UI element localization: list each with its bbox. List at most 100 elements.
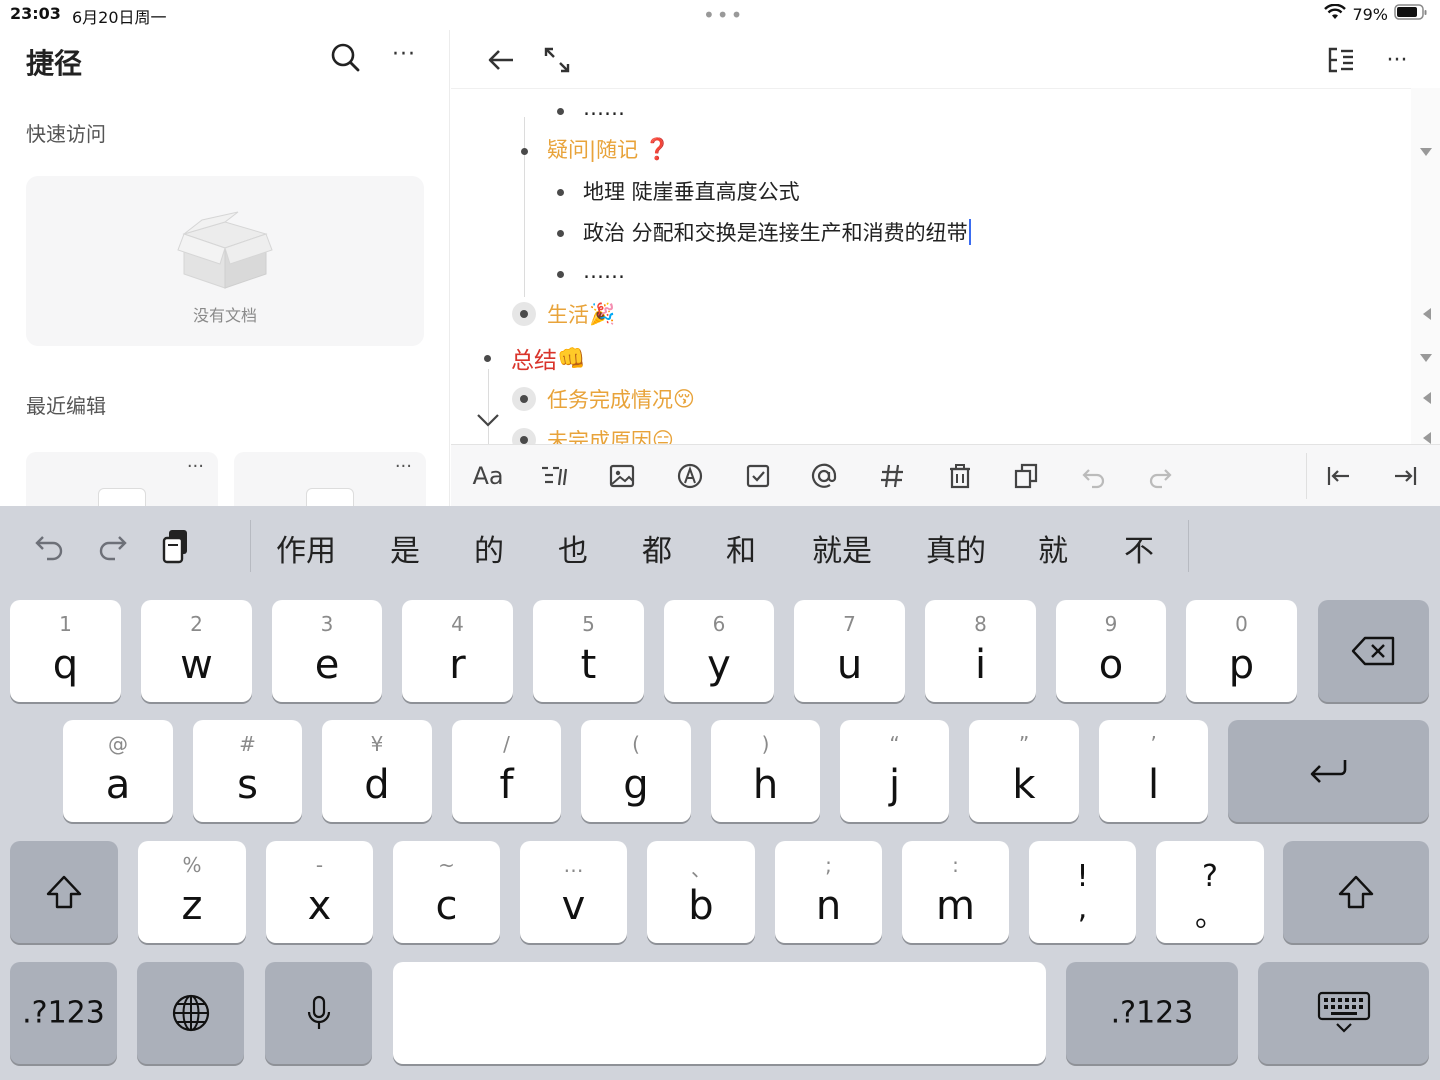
unfold-arrow-icon[interactable]	[1423, 308, 1431, 320]
globe-key[interactable]	[137, 962, 244, 1064]
shift-key[interactable]	[10, 841, 118, 943]
key-m[interactable]: :m	[902, 841, 1009, 943]
key-exclamation[interactable]: !,	[1029, 841, 1136, 943]
candidate-word[interactable]: 和	[726, 526, 756, 570]
key-k[interactable]: ” k	[969, 720, 1079, 822]
key-y[interactable]: 6y	[664, 600, 774, 702]
list-item[interactable]: 总结 👊	[511, 341, 586, 375]
back-arrow-icon[interactable]	[483, 42, 519, 78]
key-s[interactable]: # s	[193, 720, 302, 822]
candidate-word[interactable]: 都	[642, 526, 672, 570]
list-item[interactable]: 地理 陡崖垂直高度公式	[583, 176, 800, 206]
multitask-handle[interactable]: •••	[703, 5, 744, 25]
image-icon[interactable]	[605, 459, 639, 493]
key-hint: 9	[1104, 612, 1118, 636]
key-r[interactable]: 4r	[402, 600, 513, 702]
backspace-icon	[1318, 635, 1429, 667]
sidebar-title: 捷径	[26, 47, 83, 80]
list-item[interactable]: ……	[583, 96, 625, 120]
shift-icon	[10, 874, 118, 910]
shift-key[interactable]	[1283, 841, 1429, 943]
key-p[interactable]: 0p	[1186, 600, 1297, 702]
search-icon[interactable]	[328, 40, 362, 74]
key-label: r	[449, 642, 466, 688]
recent-doc-card[interactable]: ···	[26, 452, 218, 506]
key-t[interactable]: 5t	[533, 600, 644, 702]
numbers-key[interactable]: .?123	[1066, 962, 1238, 1064]
collapse-chevron-icon[interactable]	[475, 407, 501, 433]
outline-icon[interactable]	[1323, 42, 1359, 78]
key-hint: ~	[438, 853, 455, 877]
key-u[interactable]: 7u	[794, 600, 905, 702]
key-b[interactable]: 、 b	[647, 841, 755, 943]
key-e[interactable]: 3e	[272, 600, 382, 702]
more-icon[interactable]: ···	[1379, 42, 1415, 78]
collapsed-bullet[interactable]	[512, 428, 536, 444]
candidate-word[interactable]: 就是	[812, 526, 872, 570]
format-toolbar: Aa	[451, 444, 1440, 506]
key-l[interactable]: ’ l	[1099, 720, 1208, 822]
list-item[interactable]: 任务完成情况 😚	[547, 384, 695, 414]
document-body[interactable]: …… 疑问|随记 ❓ 地理 陡崖垂直高度公式 政治 分配和交换是连接生产和消费的纽…	[451, 88, 1411, 444]
collapsed-bullet[interactable]	[512, 302, 536, 326]
recent-doc-card[interactable]: ···	[234, 452, 426, 506]
more-icon[interactable]: ···	[187, 456, 204, 477]
list-item[interactable]: ……	[583, 259, 625, 283]
pen-icon[interactable]	[673, 459, 707, 493]
list-style-icon[interactable]	[537, 459, 571, 493]
key-question[interactable]: ?。	[1156, 841, 1264, 943]
collapsed-bullet[interactable]	[512, 387, 536, 411]
key-q[interactable]: 1q	[10, 600, 121, 702]
hashtag-icon[interactable]	[875, 459, 909, 493]
dictation-key[interactable]	[265, 962, 372, 1064]
candidate-word[interactable]: 的	[474, 526, 504, 570]
key-o[interactable]: 9o	[1056, 600, 1166, 702]
list-item[interactable]: 生活 🎉	[547, 299, 615, 329]
candidate-word[interactable]: 不	[1124, 526, 1154, 570]
space-key[interactable]	[393, 962, 1046, 1064]
key-c[interactable]: ~ c	[393, 841, 500, 943]
key-x[interactable]: -x	[266, 841, 373, 943]
key-g[interactable]: (g	[581, 720, 691, 822]
paste-icon[interactable]	[156, 524, 196, 568]
text-style-button[interactable]: Aa	[471, 459, 505, 493]
backspace-key[interactable]	[1318, 600, 1429, 702]
indent-icon[interactable]	[1389, 459, 1423, 493]
globe-icon	[137, 993, 244, 1033]
key-a[interactable]: @ a	[63, 720, 173, 822]
unfold-arrow-icon[interactable]	[1423, 392, 1431, 404]
dismiss-keyboard-key[interactable]	[1258, 962, 1429, 1064]
list-item[interactable]: 政治 分配和交换是连接生产和消费的纽带	[583, 217, 971, 247]
more-icon[interactable]: ···	[392, 42, 416, 67]
checkbox-icon[interactable]	[741, 459, 775, 493]
list-item[interactable]: 未完成原因 😑	[547, 425, 674, 444]
expand-icon[interactable]	[539, 42, 575, 78]
key-d[interactable]: ¥ d	[322, 720, 432, 822]
candidate-word[interactable]: 作用	[276, 526, 336, 570]
candidate-word[interactable]: 就	[1038, 526, 1068, 570]
numbers-key[interactable]: .?123	[10, 962, 117, 1064]
candidate-word[interactable]: 也	[558, 526, 588, 570]
candidate-word[interactable]: 真的	[926, 526, 986, 570]
key-j[interactable]: “j	[840, 720, 949, 822]
key-v[interactable]: … v	[520, 841, 627, 943]
key-i[interactable]: 8i	[925, 600, 1036, 702]
candidate-word[interactable]: 是	[390, 526, 420, 570]
return-key[interactable]	[1228, 720, 1429, 822]
key-z[interactable]: % z	[138, 841, 246, 943]
key-h[interactable]: ) h	[711, 720, 820, 822]
list-item[interactable]: 疑问|随记 ❓	[547, 134, 670, 164]
more-icon[interactable]: ···	[395, 456, 412, 477]
undo-icon[interactable]	[30, 526, 70, 566]
redo-icon[interactable]	[92, 526, 132, 566]
trash-icon[interactable]	[943, 459, 977, 493]
outdent-icon[interactable]	[1321, 459, 1355, 493]
mention-icon[interactable]	[807, 459, 841, 493]
key-n[interactable]: ; n	[775, 841, 882, 943]
unfold-arrow-icon[interactable]	[1423, 432, 1431, 444]
key-f[interactable]: / f	[452, 720, 561, 822]
key-w[interactable]: 2w	[141, 600, 252, 702]
copy-icon[interactable]	[1009, 459, 1043, 493]
fold-arrow-icon[interactable]	[1420, 354, 1432, 362]
fold-arrow-icon[interactable]	[1420, 148, 1432, 156]
